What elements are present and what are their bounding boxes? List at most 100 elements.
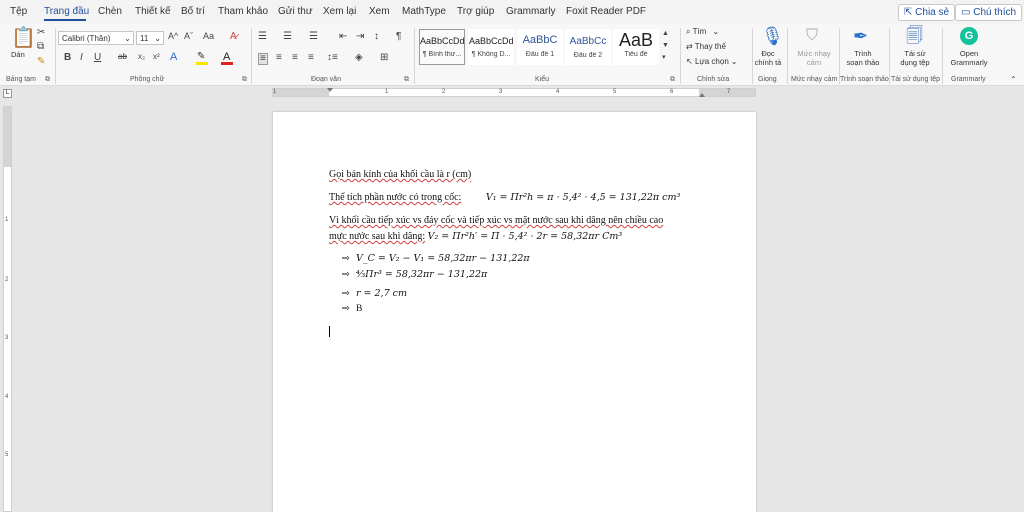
editor-button-label[interactable]: Trình soạn thảo [842, 49, 884, 68]
microphone-icon[interactable]: 🎙 [761, 27, 784, 45]
doc-paragraph[interactable]: Thể tích phần nước có trong cốc: V₁ = Πr… [329, 192, 680, 203]
tab-home[interactable]: Trang đầu [44, 6, 89, 17]
strikethrough-icon[interactable]: ab [118, 53, 127, 61]
tab-design[interactable]: Thiết kế [135, 6, 171, 17]
tab-grammarly[interactable]: Grammarly [506, 6, 555, 17]
tab-mailings[interactable]: Gửi thư [278, 6, 313, 17]
style-normal[interactable]: AaBbCcDd ¶ Bình thư... [419, 29, 465, 65]
increase-indent-icon[interactable]: ⇥ [356, 32, 364, 42]
editor-group-label: Trình soạn thảo [840, 76, 889, 83]
tab-mathtype[interactable]: MathType [402, 6, 446, 17]
align-center-icon[interactable]: ≡ [276, 53, 282, 63]
list-item[interactable]: ⇨ ⁴⁄₃Πr³ = 58,32πr − 131,22π [342, 269, 487, 280]
align-right-icon[interactable]: ≡ [292, 53, 298, 63]
style-heading-2[interactable]: AaBbCc Đầu đề 2 [565, 29, 611, 65]
chevron-down-icon: ⌄ [154, 34, 161, 43]
ruler-number: 4 [5, 394, 9, 400]
bold-icon[interactable]: B [64, 53, 71, 63]
decrease-indent-icon[interactable]: ⇤ [339, 32, 347, 42]
style-heading-1[interactable]: AaBbC Đầu đề 1 [517, 29, 563, 65]
group-divider [787, 28, 788, 84]
vertical-scrollbar[interactable] [1014, 98, 1024, 512]
editor-pen-icon[interactable]: ✒ [853, 27, 868, 45]
styles-group-label: Kiểu [535, 76, 550, 83]
styles-launcher-icon[interactable]: ⧉ [670, 76, 675, 84]
tab-selector[interactable]: L [3, 89, 12, 98]
group-divider [251, 28, 252, 84]
subscript-icon[interactable]: x₂ [138, 53, 145, 61]
styles-scroll-down-icon[interactable]: ▼ [662, 42, 669, 49]
justify-icon[interactable]: ≡ [308, 53, 314, 63]
tab-references[interactable]: Tham khảo [218, 6, 268, 17]
borders-icon[interactable]: ⊞ [380, 53, 388, 63]
tab-foxit[interactable]: Foxit Reader PDF [566, 6, 646, 17]
change-case-icon[interactable]: Aa [203, 32, 214, 41]
grammarly-logo-icon[interactable]: G [960, 27, 978, 45]
group-divider [889, 28, 890, 84]
cut-icon[interactable]: ✂ [37, 28, 45, 38]
highlight-icon[interactable]: ✎ [197, 52, 205, 62]
paragraph-launcher-icon[interactable]: ⧉ [404, 76, 409, 84]
numbering-icon[interactable]: ☰ [283, 32, 292, 42]
doc-paragraph[interactable]: mực nước sau khi dâng: V₂ = Πr²h′ = Π · … [329, 231, 622, 242]
arrow-bullet-icon: ⇨ [342, 288, 350, 299]
doc-paragraph[interactable]: Gọi bán kính của khối cầu là r (cm) [329, 169, 471, 180]
select-cursor-icon: ↖ [686, 57, 695, 66]
font-size-combo[interactable]: 11 ⌄ [136, 31, 164, 45]
text-effects-icon[interactable]: A [170, 52, 177, 63]
show-marks-icon[interactable]: ¶ [396, 32, 401, 42]
paste-icon[interactable]: 📋 [11, 28, 36, 48]
horizontal-ruler[interactable]: 1 1 2 3 4 5 6 7 [272, 88, 756, 97]
tab-layout[interactable]: Bố trí [181, 6, 205, 17]
replace-button[interactable]: ⇄ Thay thế [686, 42, 726, 51]
share-button[interactable]: ⇱ Chia sẻ [898, 4, 956, 21]
tab-file[interactable]: Tệp [10, 6, 27, 17]
multilevel-list-icon[interactable]: ☰ [309, 32, 318, 42]
tab-review[interactable]: Xem lại [323, 6, 356, 17]
grammarly-button-label[interactable]: Open Grammarly [946, 49, 992, 68]
paste-button-label[interactable]: Dán [11, 50, 25, 59]
vertical-ruler[interactable]: 1 2 3 4 5 [3, 106, 12, 512]
active-tab-indicator [44, 19, 86, 21]
reuse-files-button-label[interactable]: Tái sử dụng tệp [894, 49, 936, 68]
font-launcher-icon[interactable]: ⧉ [242, 76, 247, 84]
list-item[interactable]: ⇨ B [342, 303, 362, 314]
superscript-icon[interactable]: x² [153, 53, 160, 61]
doc-paragraph[interactable]: Vì khối cầu tiếp xúc vs đáy cốc và tiếp … [329, 215, 663, 226]
styles-more-icon[interactable]: ▾ [662, 54, 666, 61]
sensitivity-button-label[interactable]: Mức nhạy cảm [789, 49, 839, 68]
collapse-ribbon-icon[interactable]: ⌃ [1010, 76, 1017, 84]
copy-icon[interactable]: ⧉ [37, 42, 44, 52]
tab-view[interactable]: Xem [369, 6, 390, 17]
style-title[interactable]: AaB Tiêu đề [613, 29, 659, 65]
sort-icon[interactable]: ↕ [374, 32, 379, 42]
style-no-spacing[interactable]: AaBbCcDd ¶ Không D... [468, 29, 514, 65]
dictate-button-label[interactable]: Đọc chính tả [752, 49, 784, 68]
document-page[interactable]: Gọi bán kính của khối cầu là r (cm) Thể … [273, 112, 756, 512]
grow-font-icon[interactable]: A^ [168, 32, 178, 41]
tab-help[interactable]: Trợ giúp [457, 6, 494, 17]
italic-icon[interactable]: I [80, 53, 83, 63]
bullets-icon[interactable]: ☰ [258, 32, 267, 42]
list-item[interactable]: ⇨ V_C = V₂ − V₁ = 58,32πr − 131,22π [342, 253, 530, 264]
clear-formatting-icon[interactable]: A̷ [230, 32, 237, 42]
comments-button[interactable]: ▭ Chú thích [955, 4, 1023, 21]
font-name-combo[interactable]: Calibri (Thân) ⌄ [58, 31, 134, 45]
clipboard-group-label: Bảng tạm [6, 76, 36, 83]
align-left-icon[interactable]: ≡ [258, 53, 268, 65]
sensitivity-icon[interactable]: ⛉ [806, 28, 818, 44]
first-line-indent-marker[interactable] [327, 88, 333, 92]
select-button[interactable]: ↖ Lựa chọn ⌄ [686, 57, 737, 66]
styles-scroll-up-icon[interactable]: ▲ [662, 30, 669, 37]
list-item[interactable]: ⇨ r = 2,7 cm [342, 288, 407, 299]
right-indent-marker[interactable] [699, 93, 705, 97]
shrink-font-icon[interactable]: Aˇ [184, 32, 193, 41]
find-button[interactable]: ⌕ Tìm ⌄ [686, 27, 719, 37]
clipboard-launcher-icon[interactable]: ⧉ [45, 76, 50, 84]
shading-icon[interactable]: ◈ [355, 53, 363, 63]
format-painter-icon[interactable]: ✎ [37, 57, 45, 67]
tab-insert[interactable]: Chèn [98, 6, 122, 17]
underline-icon[interactable]: U [94, 53, 101, 63]
reuse-files-icon[interactable]: 🗐 [906, 27, 923, 44]
line-spacing-icon[interactable]: ↕≡ [327, 53, 338, 63]
